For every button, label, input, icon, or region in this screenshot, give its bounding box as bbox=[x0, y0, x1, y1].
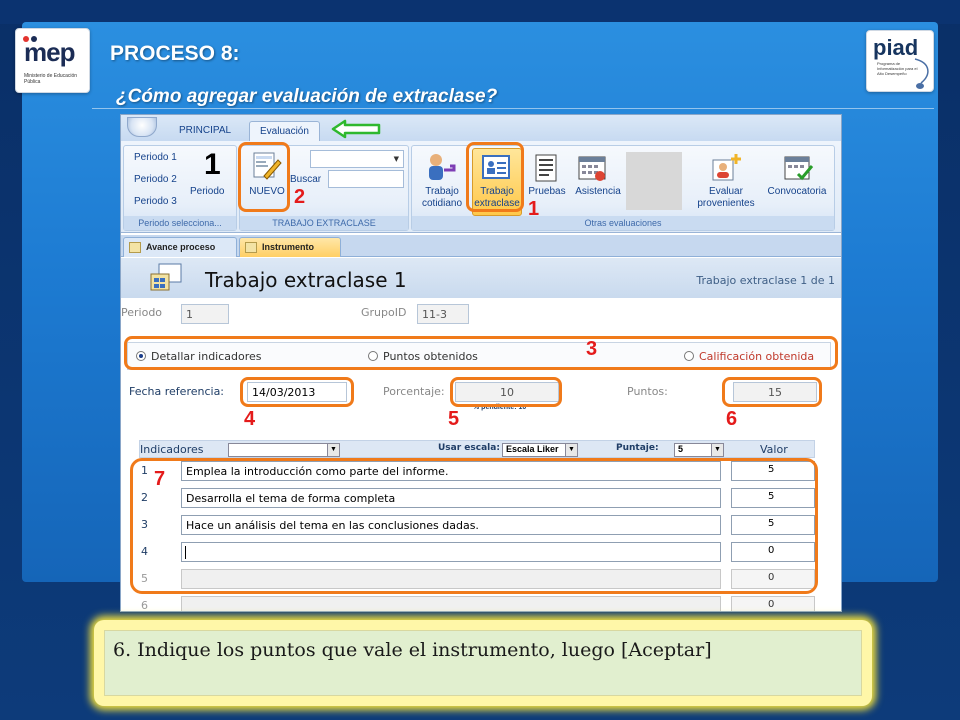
mep-logo: mep Ministerio de Educación Pública bbox=[15, 28, 90, 93]
calendar-grid-icon bbox=[578, 156, 606, 181]
puntaje-select[interactable]: 5 ▼ bbox=[674, 443, 724, 457]
empty-button-placeholder bbox=[626, 152, 682, 210]
trabajo-cotidiano-label2[interactable]: cotidiano bbox=[414, 198, 470, 210]
puntos-label: Puntos: bbox=[627, 385, 668, 398]
title-divider bbox=[92, 108, 934, 109]
tab-evaluacion[interactable]: Evaluación bbox=[249, 121, 320, 141]
tab-principal[interactable]: PRINCIPAL bbox=[169, 121, 241, 141]
tab-instrumento-label: Instrumento bbox=[262, 242, 315, 252]
escala-value: Escala Liker bbox=[506, 444, 559, 454]
valor-header: Valor bbox=[760, 443, 788, 456]
step-number-2: 2 bbox=[294, 186, 306, 208]
buscar-input[interactable] bbox=[328, 170, 404, 188]
form-tab-icon bbox=[129, 242, 141, 253]
extraclase-group-label: TRABAJO EXTRACLASE bbox=[240, 216, 408, 230]
asistencia-button[interactable]: Asistencia bbox=[570, 186, 626, 198]
trabajo-cotidiano-label1[interactable]: Trabajo bbox=[414, 186, 470, 198]
highlight-options bbox=[124, 336, 838, 370]
indicadores-filter-select[interactable]: ▼ bbox=[228, 443, 340, 457]
grupo-field[interactable]: 11-3 bbox=[417, 304, 469, 324]
convocatoria-button[interactable]: Convocatoria bbox=[762, 186, 832, 198]
form-header-icon bbox=[150, 263, 182, 291]
instruction-panel: 6. Indique los puntos que vale el instru… bbox=[104, 630, 862, 696]
periodo-2-item[interactable]: Periodo 2 bbox=[134, 174, 177, 185]
slide-title: PROCESO 8: bbox=[110, 42, 240, 65]
puntaje-value: 5 bbox=[678, 444, 684, 454]
evaluar-provenientes-label2[interactable]: provenientes bbox=[684, 198, 768, 210]
dropdown-arrow-icon: ▼ bbox=[327, 444, 339, 456]
buscar-label: Buscar bbox=[290, 174, 322, 185]
mep-logo-subtitle: Ministerio de Educación Pública bbox=[24, 73, 78, 85]
periodo-field-label: Periodo bbox=[121, 306, 163, 319]
porcentaje-label: Porcentaje: bbox=[383, 385, 445, 398]
office-button[interactable] bbox=[127, 117, 157, 137]
form-tab-icon bbox=[245, 242, 257, 253]
person-plus-icon bbox=[712, 154, 741, 181]
indicadores-header-label: Indicadores bbox=[140, 443, 204, 456]
current-periodo: 1 bbox=[204, 148, 221, 181]
slide-top-band bbox=[0, 0, 960, 24]
green-arrow-icon bbox=[331, 119, 381, 139]
step-number-6: 6 bbox=[726, 408, 738, 430]
periodo-button[interactable]: Periodo bbox=[190, 186, 224, 197]
tab-avance-proceso-label: Avance proceso bbox=[146, 242, 216, 252]
highlight-indicadores bbox=[130, 458, 818, 594]
step-number-7: 7 bbox=[154, 468, 166, 490]
step-number-5: 5 bbox=[448, 408, 460, 430]
puntaje-label: Puntaje: bbox=[616, 443, 659, 453]
instruction-text: 6. Indique los puntos que vale el instru… bbox=[113, 639, 712, 661]
tab-instrumento[interactable]: Instrumento bbox=[239, 237, 341, 257]
piad-logo: piad Programa de Informatización para el… bbox=[866, 30, 934, 92]
highlight-porcentaje bbox=[450, 377, 562, 407]
calendar-check-icon bbox=[784, 156, 814, 181]
grupo-field-label: GrupoID bbox=[361, 306, 407, 319]
highlight-fecha bbox=[240, 377, 354, 407]
row-number: 6 bbox=[141, 599, 148, 612]
instruction-callout: 6. Indique los puntos que vale el instru… bbox=[94, 620, 872, 706]
mouse-cable-icon bbox=[914, 58, 929, 89]
ribbon-tab-bar: PRINCIPAL Evaluación bbox=[121, 115, 841, 141]
step-number-3: 3 bbox=[586, 338, 598, 360]
form-header: Trabajo extraclase 1 Trabajo extraclase … bbox=[121, 258, 841, 298]
periodo-group-label: Periodo selecciona... bbox=[124, 216, 236, 230]
highlight-nuevo bbox=[238, 142, 290, 212]
usar-escala-label: Usar escala: bbox=[438, 443, 500, 453]
periodo-1-item[interactable]: Periodo 1 bbox=[134, 152, 177, 163]
highlight-trabajo-extraclase bbox=[466, 142, 524, 212]
escala-select[interactable]: Escala Liker ▼ bbox=[502, 443, 578, 457]
highlight-puntos bbox=[722, 377, 822, 407]
fecha-label: Fecha referencia: bbox=[129, 385, 225, 398]
record-count: Trabajo extraclase 1 de 1 bbox=[696, 274, 835, 287]
step-number-4: 4 bbox=[244, 408, 256, 430]
document-tab-bar: Avance proceso Instrumento bbox=[121, 235, 841, 257]
indicadores-header: Indicadores ▼ Usar escala: Escala Liker ▼… bbox=[139, 440, 815, 458]
test-document-icon bbox=[535, 154, 557, 182]
indicator-value-field[interactable]: 0 bbox=[731, 596, 815, 611]
evaluar-provenientes-label1[interactable]: Evaluar bbox=[684, 186, 768, 198]
ribbon-group-periodo: Periodo 1 Periodo 2 Periodo 3 1 Periodo … bbox=[123, 145, 237, 231]
mep-logo-text: mep bbox=[24, 37, 75, 67]
form-title: Trabajo extraclase 1 bbox=[205, 268, 407, 292]
otras-group-label: Otras evaluaciones bbox=[412, 216, 834, 230]
periodo-3-item[interactable]: Periodo 3 bbox=[134, 196, 177, 207]
pruebas-button[interactable]: Pruebas bbox=[522, 186, 572, 198]
dropdown-arrow-icon: ▼ bbox=[565, 444, 577, 456]
indicator-text-field[interactable] bbox=[181, 596, 721, 611]
extraclase-select[interactable]: ▼ bbox=[310, 150, 404, 168]
periodo-field[interactable]: 1 bbox=[181, 304, 229, 324]
person-arrow-icon bbox=[429, 154, 456, 180]
tab-avance-proceso[interactable]: Avance proceso bbox=[123, 237, 237, 257]
slide-subtitle: ¿Cómo agregar evaluación de extraclase? bbox=[116, 86, 498, 107]
dropdown-arrow-icon: ▼ bbox=[711, 444, 723, 456]
step-number-1: 1 bbox=[528, 198, 540, 220]
